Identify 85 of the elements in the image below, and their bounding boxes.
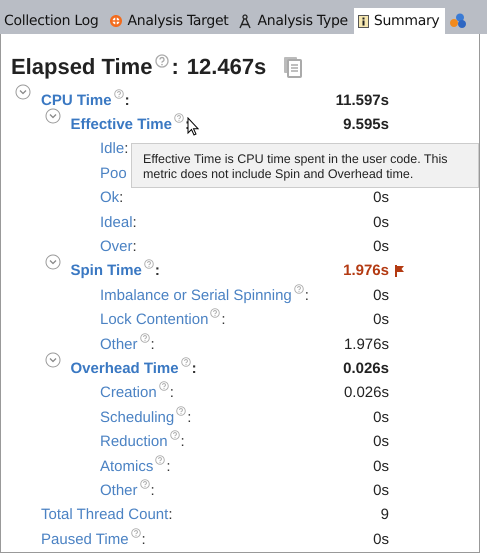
compass-icon [238,14,252,28]
metric-label[interactable]: Spin Time [70,262,142,280]
metric-label[interactable]: Paused Time [41,530,129,548]
collapse-icon[interactable] [15,84,31,100]
metric-label[interactable]: Reduction [100,433,168,450]
metric-value: 0s [373,458,389,475]
metric-label[interactable]: Other [100,336,138,353]
metric-value: 0s [373,311,389,328]
help-icon[interactable] [158,381,169,392]
metric-label[interactable]: Creation [100,384,157,402]
metric-label[interactable]: Overhead Time [70,360,179,377]
metric-value: 1.976s [344,336,389,353]
help-icon[interactable] [140,332,150,343]
metric-value: 0s [373,286,389,304]
metric-value: 11.597s [336,92,389,109]
elapsed-time-value: 12.467s [186,54,266,80]
colon: : [132,214,137,231]
help-icon[interactable] [170,430,180,440]
colon: : [150,482,155,499]
target-icon [108,14,123,28]
metric-value: 9 [380,506,389,524]
metric-value: 0.026s [344,384,389,402]
metric-label[interactable]: Over [100,238,133,256]
colon: : [124,140,128,158]
tooltip: Effective Time is CPU time spent in the user code. This metric does not include Spin and Overhead time. [131,143,479,188]
info-icon [358,14,369,28]
elapsed-time-label: Elapsed Time [11,54,152,80]
metric-value: 0s [373,433,389,450]
metric-label[interactable]: Total Thread Count [41,506,168,524]
collapse-icon[interactable] [44,108,60,124]
colon: : [154,262,160,280]
help-icon[interactable] [174,113,184,124]
tab[interactable]: Summary [354,8,446,34]
tab[interactable]: Analysis Type [234,8,354,34]
colon: : [187,408,192,426]
metric-label[interactable]: Ideal [100,214,133,231]
metric-label[interactable]: Atomics [100,458,154,475]
colon: : [119,189,124,206]
colon: : [180,433,185,450]
colon: : [304,286,309,304]
metric-label[interactable]: Effective Time [70,116,172,134]
help-icon[interactable] [130,528,141,538]
colon: : [221,311,226,328]
help-icon[interactable] [176,406,186,416]
collapse-icon[interactable] [44,352,60,368]
metric-value: 0s [373,189,389,206]
metric-value: 0s [373,482,389,499]
colon: : [170,384,174,402]
help-icon[interactable] [155,54,170,68]
tab[interactable]: Collection Log [0,8,105,34]
colon: : [192,360,197,377]
help-icon[interactable] [180,356,191,367]
spheres-icon [449,13,468,29]
help-icon[interactable] [294,284,304,294]
metric-value: 0s [373,214,389,231]
metric-label[interactable]: Other [100,482,138,499]
help-icon[interactable] [144,259,154,270]
tab[interactable]: Analysis Target [104,8,234,34]
metric-label[interactable]: Scheduling [100,408,174,426]
metric-label[interactable]: Imbalance or Serial Spinning [100,286,292,304]
metric-label[interactable]: Poo [100,164,127,182]
colon: : [171,54,179,80]
help-icon[interactable] [155,454,166,465]
metric-value: 0.026s [343,360,389,377]
metric-value: 0s [373,408,389,426]
colon: : [166,458,171,475]
metric-value: 9.595s [343,116,389,134]
metric-label[interactable]: Lock Contention [100,311,208,328]
metric-value: 0s [373,530,389,548]
metric-label[interactable]: Idle [100,140,124,158]
help-icon[interactable] [114,88,124,99]
colon: : [168,506,172,524]
help-icon[interactable] [210,308,220,318]
colon: : [124,92,130,109]
collapse-icon[interactable] [44,254,60,270]
metric-value: 1.976s [343,262,389,280]
colon: : [142,530,146,548]
mouse-pointer-icon [187,117,199,136]
metric-label[interactable]: Ok [100,189,120,206]
metric-value: 0s [373,238,389,256]
colon: : [132,238,137,256]
colon: : [150,336,155,353]
copy-icon[interactable] [283,56,304,78]
help-icon[interactable] [140,478,150,489]
metric-label[interactable]: CPU Time [41,92,112,109]
